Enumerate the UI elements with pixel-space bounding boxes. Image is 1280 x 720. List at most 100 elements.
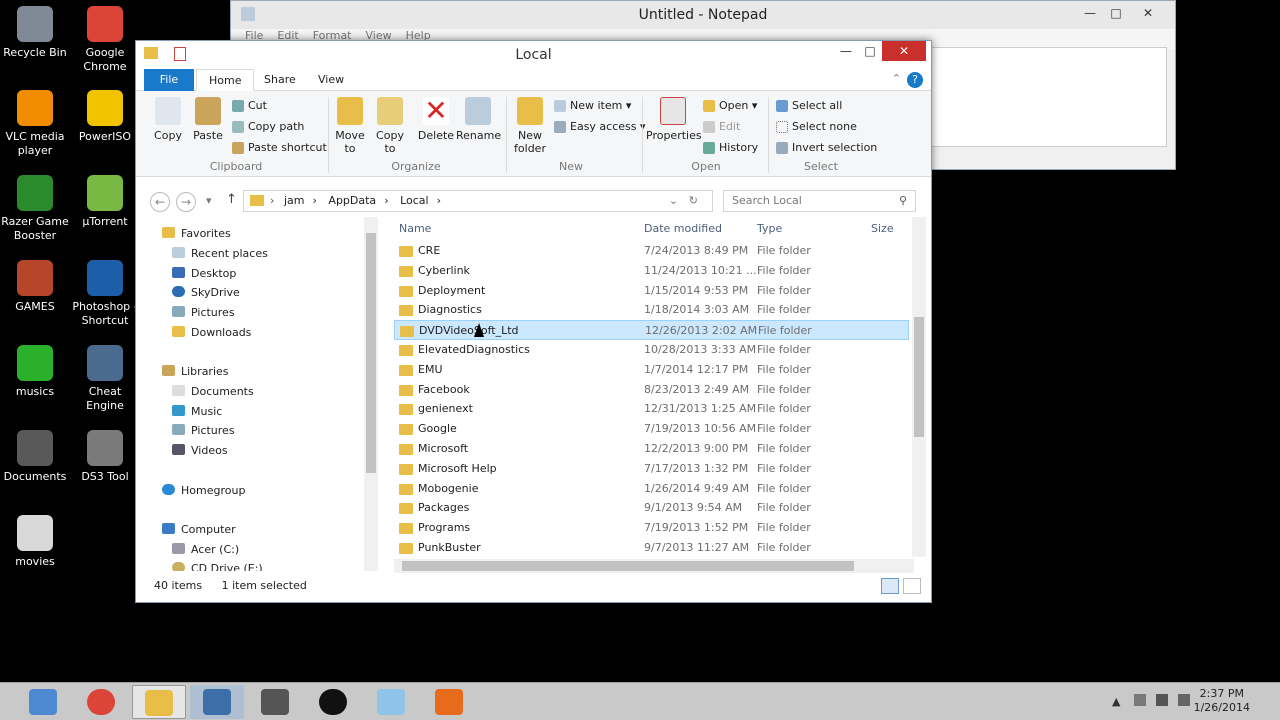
close-button[interactable]: ✕ bbox=[882, 41, 926, 61]
desktop-icon-documents[interactable]: Documents bbox=[0, 430, 70, 484]
clock[interactable]: 2:37 PM 1/26/2014 bbox=[1194, 687, 1250, 715]
nav-downloads[interactable]: Downloads bbox=[172, 324, 251, 342]
desktop-icon-poweriso[interactable]: PowerISO bbox=[70, 90, 140, 144]
nav-videos[interactable]: Videos bbox=[172, 442, 228, 460]
tray-icon-1[interactable] bbox=[1134, 694, 1146, 706]
nav-scroll-thumb[interactable] bbox=[366, 233, 376, 473]
file-row[interactable]: Mobogenie 1/26/2014 9:49 AM File folder bbox=[394, 479, 909, 499]
forward-button[interactable]: → bbox=[176, 192, 196, 212]
explorer-window[interactable]: Local — □ ✕ File Home Share View ⌃ ? Cop… bbox=[135, 40, 932, 603]
copy-button[interactable]: Copy bbox=[150, 97, 186, 142]
column-type[interactable]: Type bbox=[757, 222, 782, 235]
nav-computer[interactable]: Computer bbox=[162, 521, 236, 539]
desktop-icon-ds3-tool[interactable]: DS3 Tool bbox=[70, 430, 140, 484]
maximize-icon[interactable]: □ bbox=[1103, 3, 1129, 23]
ribbon-collapse-icon[interactable]: ⌃ bbox=[892, 72, 901, 85]
file-row[interactable]: Microsoft 12/2/2013 9:00 PM File folder bbox=[394, 439, 909, 459]
minimize-icon[interactable]: — bbox=[833, 41, 859, 61]
taskbar-notepad[interactable] bbox=[364, 685, 418, 719]
edit-button[interactable]: Edit bbox=[703, 120, 740, 134]
taskbar-app-1[interactable] bbox=[190, 685, 244, 719]
column-date-modified[interactable]: Date modified bbox=[644, 222, 722, 235]
file-row[interactable]: Diagnostics 1/18/2014 3:03 AM File folder bbox=[394, 300, 909, 320]
file-row[interactable]: PunkBuster 9/7/2013 11:27 AM File folder bbox=[394, 538, 909, 558]
refresh-icon[interactable]: ↻ bbox=[689, 191, 698, 211]
desktop-icon-movies[interactable]: movies bbox=[0, 515, 70, 569]
desktop-icon-games[interactable]: GAMES bbox=[0, 260, 70, 314]
file-row[interactable]: Microsoft Help 7/17/2013 1:32 PM File fold… bbox=[394, 459, 909, 479]
invert-selection-button[interactable]: Invert selection bbox=[776, 141, 877, 155]
easy-access-button[interactable]: Easy access ▾ bbox=[554, 120, 646, 134]
taskbar-chrome[interactable] bbox=[74, 685, 128, 719]
copy-path-button[interactable]: Copy path bbox=[232, 120, 304, 134]
h-scroll-thumb[interactable] bbox=[402, 561, 854, 571]
nav-recent-places[interactable]: Recent places bbox=[172, 245, 268, 263]
nav-cd-drive[interactable]: CD Drive (E:) bbox=[172, 560, 263, 571]
tab-home[interactable]: Home bbox=[196, 69, 255, 91]
file-row[interactable]: CRE 7/24/2013 8:49 PM File folder bbox=[394, 241, 909, 261]
desktop-icon-cheat-engine[interactable]: Cheat Engine bbox=[70, 345, 140, 413]
move-to-button[interactable]: Move to bbox=[332, 97, 368, 155]
new-item-button[interactable]: New item ▾ bbox=[554, 99, 631, 113]
minimize-icon[interactable]: — bbox=[1077, 3, 1103, 23]
network-icon[interactable] bbox=[1178, 694, 1190, 706]
paste-shortcut-button[interactable]: Paste shortcut bbox=[232, 141, 327, 155]
copy-to-button[interactable]: Copy to bbox=[372, 97, 408, 155]
nav-skydrive[interactable]: SkyDrive bbox=[172, 284, 240, 302]
address-dropdown-icon[interactable]: ⌄ bbox=[669, 191, 678, 211]
nav-libraries[interactable]: Libraries bbox=[162, 363, 229, 381]
desktop-icon-vlc-media-player[interactable]: VLC media player bbox=[0, 90, 70, 158]
tab-share[interactable]: Share bbox=[252, 69, 308, 91]
breadcrumb-jam[interactable]: jam bbox=[284, 194, 305, 207]
taskbar-start[interactable] bbox=[16, 685, 70, 719]
nav-scrollbar[interactable] bbox=[364, 217, 378, 571]
properties-button[interactable]: Properties bbox=[646, 97, 702, 142]
nav-music[interactable]: Music bbox=[172, 403, 222, 421]
nav-lib-pictures[interactable]: Pictures bbox=[172, 422, 235, 440]
file-row[interactable]: genienext 12/31/2013 1:25 AM File folder bbox=[394, 399, 909, 419]
recent-locations-icon[interactable]: ▾ bbox=[206, 194, 212, 207]
taskbar-media[interactable] bbox=[422, 685, 476, 719]
address-bar[interactable]: › jam › AppData › Local › ⌄ ↻ bbox=[243, 190, 713, 212]
file-row[interactable]: Cyberlink 11/24/2013 10:21 ... File folder bbox=[394, 261, 909, 281]
file-list-scrollbar[interactable] bbox=[912, 217, 926, 557]
taskbar-explorer[interactable] bbox=[132, 685, 186, 719]
tray-expand-icon[interactable]: ▲ bbox=[1112, 695, 1120, 708]
file-row[interactable]: Google 7/19/2013 10:56 AM File folder bbox=[394, 419, 909, 439]
file-row[interactable]: DVDVideoSoft_Ltd 12/26/2013 2:02 AM File f… bbox=[394, 320, 909, 341]
desktop-icon-recycle-bin[interactable]: Recycle Bin bbox=[0, 6, 70, 60]
column-name[interactable]: Name bbox=[399, 222, 431, 235]
nav-desktop[interactable]: Desktop bbox=[172, 265, 236, 283]
back-button[interactable]: ← bbox=[150, 192, 170, 212]
file-row[interactable]: ElevatedDiagnostics 10/28/2013 3:33 AM Fil… bbox=[394, 340, 909, 360]
nav-pictures[interactable]: Pictures bbox=[172, 304, 235, 322]
maximize-icon[interactable]: □ bbox=[857, 41, 883, 61]
large-icons-view-icon[interactable] bbox=[903, 578, 921, 594]
taskbar-app-2[interactable] bbox=[248, 685, 302, 719]
select-none-button[interactable]: Select none bbox=[776, 120, 857, 134]
rename-button[interactable]: Rename bbox=[456, 97, 501, 142]
cut-button[interactable]: Cut bbox=[232, 99, 267, 113]
notepad-text-area[interactable] bbox=[931, 47, 1167, 147]
nav-documents[interactable]: Documents bbox=[172, 383, 254, 401]
tab-file[interactable]: File bbox=[144, 69, 194, 91]
battery-icon[interactable] bbox=[1156, 694, 1168, 706]
desktop-icon-photoshop-shortcut[interactable]: Photoshop - Shortcut bbox=[70, 260, 140, 328]
close-icon[interactable]: ✕ bbox=[1135, 3, 1161, 23]
search-input[interactable]: Search Local ⚲ bbox=[723, 190, 916, 212]
desktop-icon-google-chrome[interactable]: Google Chrome bbox=[70, 6, 140, 74]
file-row[interactable]: Programs 7/19/2013 1:52 PM File folder bbox=[394, 518, 909, 538]
delete-button[interactable]: ✕ Delete bbox=[416, 97, 456, 143]
nav-acer-drive[interactable]: Acer (C:) bbox=[172, 541, 239, 559]
paste-button[interactable]: Paste bbox=[190, 97, 226, 142]
desktop-icon-musics[interactable]: musics bbox=[0, 345, 70, 399]
breadcrumb-appdata[interactable]: AppData bbox=[328, 194, 376, 207]
file-row[interactable]: Packages 9/1/2013 9:54 AM File folder bbox=[394, 498, 909, 518]
nav-favorites[interactable]: Favorites bbox=[162, 225, 231, 243]
up-button[interactable]: ↑ bbox=[226, 192, 237, 207]
help-icon[interactable]: ? bbox=[907, 72, 923, 88]
horizontal-scrollbar[interactable] bbox=[394, 559, 914, 573]
breadcrumb-local[interactable]: Local bbox=[400, 194, 429, 207]
taskbar-app-3[interactable] bbox=[306, 685, 360, 719]
history-button[interactable]: History bbox=[703, 141, 758, 155]
